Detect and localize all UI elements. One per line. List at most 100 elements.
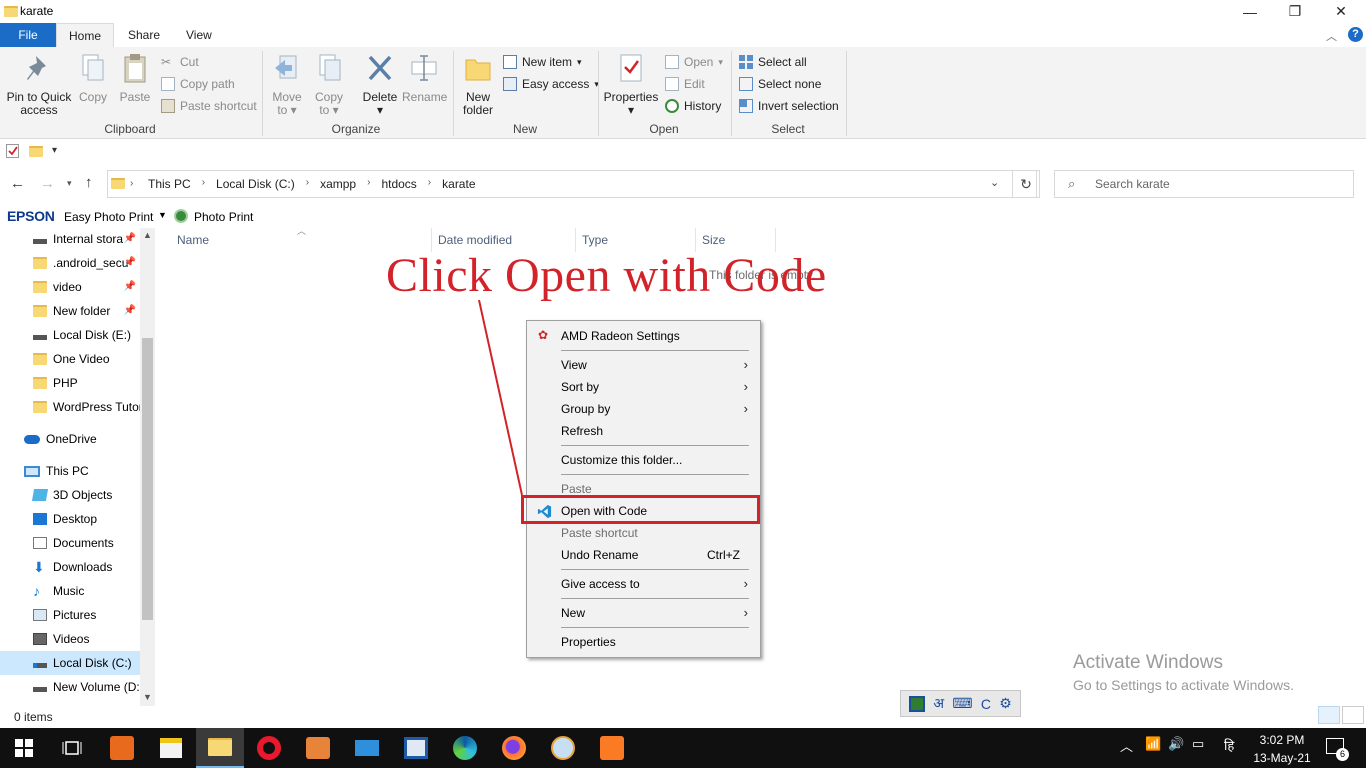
taskbar-file-explorer[interactable] xyxy=(196,728,244,768)
ime-logo-icon[interactable] xyxy=(909,695,926,712)
nav-item-android-secure[interactable]: .android_secu 📌 xyxy=(0,251,140,275)
forward-arrow-icon[interactable]: → xyxy=(40,175,55,192)
menu-item-group-by[interactable]: Group by › xyxy=(527,398,760,420)
tab-share[interactable]: Share xyxy=(116,23,172,47)
nav-item-new-folder[interactable]: New folder 📌 xyxy=(0,299,140,323)
chevron-down-icon[interactable]: ▼ xyxy=(158,210,167,220)
taskbar-edge[interactable] xyxy=(441,728,489,768)
nav-item-this-pc[interactable]: This PC xyxy=(0,459,140,483)
nav-item-new-volume-d[interactable]: New Volume (D: xyxy=(0,675,140,699)
move-to-button[interactable]: Move to ▾ xyxy=(270,52,304,117)
copy-to-button[interactable]: Copy to ▾ xyxy=(312,52,346,117)
taskbar-opera[interactable] xyxy=(245,728,293,768)
invert-selection-button[interactable]: Invert selection xyxy=(739,96,839,116)
up-arrow-icon[interactable]: ↑ xyxy=(85,174,93,191)
paste-shortcut-button[interactable]: Paste shortcut xyxy=(161,96,257,116)
menu-item-view[interactable]: View › xyxy=(527,354,760,376)
taskbar-app-blue[interactable] xyxy=(392,728,440,768)
pin-quick-access-button[interactable]: Pin to Quick access xyxy=(4,52,74,117)
keyboard-icon[interactable]: ⌨ xyxy=(952,695,972,712)
history-button[interactable]: History xyxy=(665,96,721,116)
properties-button[interactable]: Properties ▾ xyxy=(603,52,659,117)
nav-item-pictures[interactable]: Pictures xyxy=(0,603,140,627)
menu-item-customize-folder[interactable]: Customize this folder... xyxy=(527,449,760,471)
address-dropdown-icon[interactable]: ⌄ xyxy=(990,176,999,189)
nav-item-onedrive[interactable]: OneDrive xyxy=(0,427,140,451)
menu-item-new[interactable]: New › xyxy=(527,602,760,624)
taskbar-app-briefcase[interactable] xyxy=(294,728,342,768)
nav-item-documents[interactable]: Documents xyxy=(0,531,140,555)
nav-item-video[interactable]: video 📌 xyxy=(0,275,140,299)
properties-qat-icon[interactable] xyxy=(6,144,19,158)
crumb-local-disk-c[interactable]: Local Disk (C:) xyxy=(214,177,297,191)
open-button[interactable]: Open ▾ xyxy=(665,52,723,72)
maximize-button[interactable]: ❐ xyxy=(1272,0,1318,23)
details-view-icon[interactable] xyxy=(1318,706,1340,724)
taskbar-clock[interactable]: 3:02 PM 13-May-21 xyxy=(1252,731,1312,767)
edit-button[interactable]: Edit xyxy=(665,74,705,94)
nav-scrollbar-thumb[interactable] xyxy=(142,338,153,620)
taskbar-firefox[interactable] xyxy=(490,728,538,768)
menu-item-give-access[interactable]: Give access to › xyxy=(527,573,760,595)
back-arrow-icon[interactable]: ← xyxy=(10,175,25,192)
taskbar-store[interactable] xyxy=(147,728,195,768)
scroll-up-icon[interactable]: ▲ xyxy=(143,230,152,240)
task-view-button[interactable] xyxy=(48,728,96,768)
crumb-xampp[interactable]: xampp xyxy=(318,177,358,191)
recent-locations-icon[interactable]: ▾ xyxy=(67,178,72,189)
network-icon[interactable]: 📶 xyxy=(1145,736,1161,752)
menu-item-sort-by[interactable]: Sort by › xyxy=(527,376,760,398)
copy-path-button[interactable]: Copy path xyxy=(161,74,235,94)
easy-access-button[interactable]: Easy access ▾ xyxy=(503,74,599,94)
select-all-button[interactable]: Select all xyxy=(739,52,807,72)
minimize-button[interactable]: — xyxy=(1227,0,1273,23)
easy-photo-print-button[interactable]: Easy Photo Print xyxy=(64,210,153,224)
collapse-ribbon-icon[interactable]: ︿ xyxy=(1326,28,1337,44)
hindi-input-icon[interactable]: अ xyxy=(933,694,944,713)
tab-file[interactable]: File xyxy=(0,23,56,47)
select-none-button[interactable]: Select none xyxy=(739,74,821,94)
menu-item-refresh[interactable]: Refresh xyxy=(527,420,760,442)
scroll-down-icon[interactable]: ▼ xyxy=(143,692,152,702)
crumb-htdocs[interactable]: htdocs xyxy=(379,177,418,191)
copy-button[interactable]: Copy xyxy=(76,52,110,104)
nav-item-desktop[interactable]: Desktop xyxy=(0,507,140,531)
settings-gear-icon[interactable]: ⚙ xyxy=(999,695,1012,712)
crumb-this-pc[interactable]: This PC xyxy=(146,177,193,191)
customize-qat-icon[interactable]: ▾ xyxy=(52,145,57,156)
rename-button[interactable]: Rename xyxy=(402,52,447,104)
menu-item-properties[interactable]: Properties xyxy=(527,631,760,653)
menu-item-undo-rename[interactable]: Undo Rename Ctrl+Z xyxy=(527,544,760,566)
nav-item-videos[interactable]: Videos xyxy=(0,627,140,651)
input-language-indicator[interactable]: हि xyxy=(1224,736,1234,754)
nav-item-php[interactable]: PHP xyxy=(0,371,140,395)
taskbar-xampp[interactable] xyxy=(588,728,636,768)
battery-icon[interactable]: ▭ xyxy=(1192,736,1204,752)
delete-button[interactable]: Delete ▾ xyxy=(359,52,401,117)
ime-c-icon[interactable]: C xyxy=(981,696,991,712)
large-icons-view-icon[interactable] xyxy=(1342,706,1364,724)
help-icon[interactable]: ? xyxy=(1348,27,1363,42)
nav-item-wordpress-tutor[interactable]: WordPress Tutor xyxy=(0,395,140,419)
start-button[interactable] xyxy=(0,728,48,768)
nav-item-3d-objects[interactable]: 3D Objects xyxy=(0,483,140,507)
taskbar-paint[interactable] xyxy=(539,728,587,768)
new-folder-button[interactable]: New folder xyxy=(458,52,498,117)
nav-item-local-disk-c[interactable]: Local Disk (C:) xyxy=(0,651,140,675)
search-input[interactable]: Search karate xyxy=(1095,177,1170,191)
tab-view[interactable]: View xyxy=(174,23,224,47)
nav-item-downloads[interactable]: ⬇ Downloads xyxy=(0,555,140,579)
new-item-button[interactable]: New item ▾ xyxy=(503,52,582,72)
crumb-karate[interactable]: karate xyxy=(440,177,477,191)
menu-item-paste-shortcut[interactable]: Paste shortcut xyxy=(527,522,760,544)
cut-button[interactable]: ✂ Cut xyxy=(161,52,199,72)
refresh-button[interactable]: ↻ xyxy=(1012,170,1040,198)
photo-print-button[interactable]: Photo Print xyxy=(194,210,253,224)
show-hidden-icons[interactable]: ︿ xyxy=(1120,736,1133,755)
nav-item-internal-storage[interactable]: Internal stora 📌 xyxy=(0,227,140,251)
nav-item-music[interactable]: ♪ Music xyxy=(0,579,140,603)
tab-home[interactable]: Home xyxy=(56,23,115,47)
nav-item-local-disk-e[interactable]: Local Disk (E:) xyxy=(0,323,140,347)
new-folder-qat-icon[interactable] xyxy=(29,146,43,157)
taskbar-mail[interactable] xyxy=(343,728,391,768)
